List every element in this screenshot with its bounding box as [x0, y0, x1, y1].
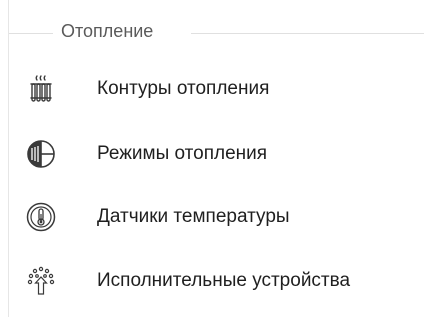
menu-item-heating-circuits[interactable]: Контуры отопления: [23, 67, 413, 111]
radiator-icon: [23, 71, 59, 107]
menu-item-actuators[interactable]: Исполнительные устройства: [23, 259, 413, 303]
group-title: Отопление: [61, 21, 154, 41]
heating-mode-icon: [23, 136, 59, 172]
menu-item-label: Датчики температуры: [97, 206, 290, 227]
menu-item-temperature-sensors[interactable]: Датчики температуры: [23, 195, 413, 239]
group-divider-left: [9, 33, 53, 34]
heating-panel: Отопление Контуры отопления Режимы отопл…: [8, 0, 424, 317]
menu-item-label: Контуры отопления: [97, 78, 270, 99]
thermometer-icon: [23, 199, 59, 235]
menu-item-label: Исполнительные устройства: [97, 270, 351, 291]
group-divider-right: [191, 33, 424, 34]
actuator-icon: [23, 263, 59, 299]
menu-item-label: Режимы отопления: [97, 143, 268, 164]
menu-item-heating-modes[interactable]: Режимы отопления: [23, 132, 413, 176]
